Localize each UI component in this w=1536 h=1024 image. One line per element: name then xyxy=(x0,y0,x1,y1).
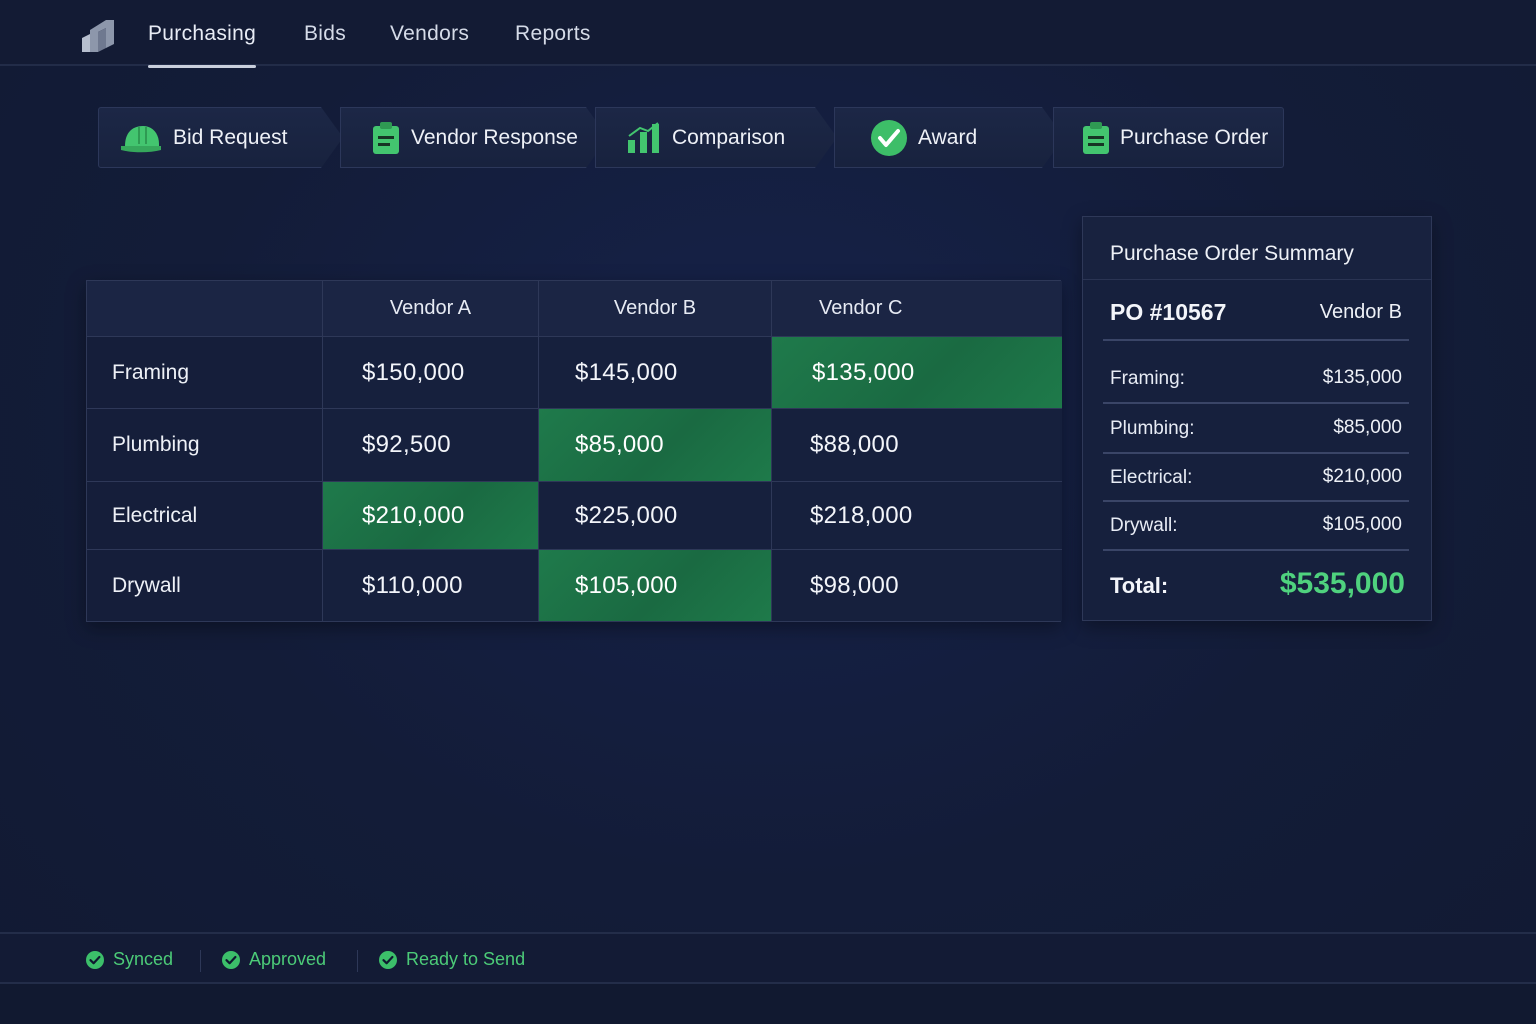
step-purchase-order[interactable]: Purchase Order xyxy=(1053,107,1284,168)
bid-cell[interactable]: $92,500 xyxy=(323,409,539,482)
check-circle-icon xyxy=(222,950,240,969)
column-header-vendor-c[interactable]: Vendor C xyxy=(772,281,1062,337)
top-navigation: Purchasing Bids Vendors Reports xyxy=(0,0,1536,68)
bid-cell[interactable]: $88,000 xyxy=(772,409,1062,482)
summary-item-value: $85,000 xyxy=(1333,417,1402,438)
status-label: Ready to Send xyxy=(406,949,526,969)
status-bar: Synced Approved Ready to Send xyxy=(0,932,1536,984)
divider xyxy=(1103,500,1409,502)
status-separator xyxy=(200,950,201,972)
bid-cell-lowest[interactable]: $105,000 xyxy=(539,550,772,621)
divider xyxy=(1103,549,1409,551)
step-label: Purchase Order xyxy=(1120,125,1269,149)
check-circle-icon xyxy=(870,119,908,157)
bid-cell[interactable]: $98,000 xyxy=(772,550,1062,621)
clipboard-list-icon xyxy=(1083,121,1109,154)
check-circle-icon xyxy=(86,950,104,969)
column-header-vendor-a[interactable]: Vendor A xyxy=(323,281,539,337)
column-header-vendor-b[interactable]: Vendor B xyxy=(539,281,772,337)
step-label: Award xyxy=(918,125,978,149)
purchase-order-summary-card: Purchase Order Summary PO #10567 Vendor … xyxy=(1082,216,1432,621)
bottom-strip xyxy=(0,984,1536,1024)
status-label: Approved xyxy=(249,949,327,969)
nav-tab-reports[interactable]: Reports xyxy=(515,22,591,66)
summary-item-label: Plumbing: xyxy=(1110,418,1195,439)
check-circle-icon xyxy=(379,950,397,969)
summary-item-label: Drywall: xyxy=(1110,515,1178,536)
bid-cell-lowest[interactable]: $210,000 xyxy=(323,482,539,550)
po-vendor: Vendor B xyxy=(1319,301,1402,323)
bid-cell[interactable]: $218,000 xyxy=(772,482,1062,550)
divider xyxy=(1103,339,1409,341)
step-vendor-response[interactable]: Vendor Response xyxy=(340,107,608,168)
total-label: Total: xyxy=(1110,573,1169,598)
step-bid-request[interactable]: Bid Request xyxy=(98,107,343,168)
nav-tab-bids[interactable]: Bids xyxy=(304,22,346,66)
bid-comparison-table: Vendor A Vendor B Vendor C Framing $150,… xyxy=(86,280,1062,622)
summary-item-label: Electrical: xyxy=(1110,467,1193,488)
summary-title: Purchase Order Summary xyxy=(1083,217,1431,280)
step-comparison[interactable]: Comparison xyxy=(595,107,837,168)
hard-hat-icon xyxy=(119,122,163,154)
row-label-drywall: Drywall xyxy=(87,550,323,621)
row-label-plumbing: Plumbing xyxy=(87,409,323,482)
status-separator xyxy=(357,950,358,972)
nav-tab-purchasing[interactable]: Purchasing xyxy=(148,22,257,68)
po-number[interactable]: PO #10567 xyxy=(1110,299,1226,326)
bid-cell[interactable]: $145,000 xyxy=(539,337,772,409)
total-value: $535,000 xyxy=(1279,567,1405,600)
status-approved: Approved xyxy=(222,949,326,970)
bar-chart-icon xyxy=(626,122,662,154)
summary-item-label: Framing: xyxy=(1110,368,1185,389)
row-label-framing: Framing xyxy=(87,337,323,409)
bid-cell[interactable]: $150,000 xyxy=(323,337,539,409)
nav-tab-vendors[interactable]: Vendors xyxy=(390,22,469,66)
summary-item-value: $135,000 xyxy=(1322,367,1402,388)
status-label: Synced xyxy=(113,949,174,969)
row-label-electrical: Electrical xyxy=(87,482,323,550)
bid-cell[interactable]: $225,000 xyxy=(539,482,772,550)
divider xyxy=(1103,452,1409,454)
step-label: Vendor Response xyxy=(411,125,578,149)
step-label: Comparison xyxy=(672,125,786,149)
status-synced: Synced xyxy=(86,949,173,970)
bid-cell-lowest[interactable]: $135,000 xyxy=(772,337,1062,409)
divider xyxy=(1103,402,1409,404)
building-logo-icon[interactable] xyxy=(80,18,116,54)
summary-item-value: $105,000 xyxy=(1322,514,1402,535)
bid-cell-lowest[interactable]: $85,000 xyxy=(539,409,772,482)
bid-cell[interactable]: $110,000 xyxy=(323,550,539,621)
step-label: Bid Request xyxy=(173,125,288,149)
table-corner-cell xyxy=(87,281,323,337)
summary-item-value: $210,000 xyxy=(1322,466,1402,487)
clipboard-icon xyxy=(371,121,401,155)
step-award[interactable]: Award xyxy=(834,107,1064,168)
status-ready-to-send: Ready to Send xyxy=(379,949,525,970)
